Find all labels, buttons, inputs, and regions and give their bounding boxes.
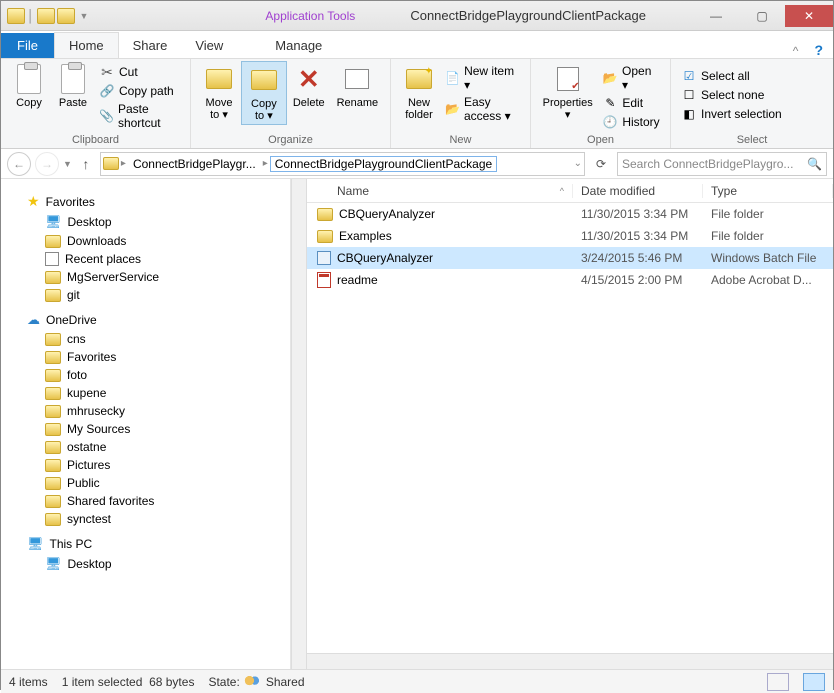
tree-item[interactable]: foto (11, 366, 290, 384)
column-date[interactable]: Date modified (573, 184, 703, 198)
select-group-label: Select (677, 132, 827, 146)
back-button[interactable]: ← (7, 152, 31, 176)
file-row[interactable]: CBQueryAnalyzer11/30/2015 3:34 PMFile fo… (307, 203, 833, 225)
paste-button[interactable]: Paste (51, 61, 95, 111)
tree-item[interactable]: 🖥Desktop (11, 212, 290, 232)
maximize-button[interactable]: ▢ (739, 5, 785, 27)
organize-group-label: Organize (197, 132, 384, 146)
new-folder-button[interactable]: New folder (397, 61, 441, 123)
forward-button[interactable]: → (35, 152, 59, 176)
qat-dropdown-icon[interactable]: ▼ (77, 11, 92, 21)
tree-item[interactable]: Shared favorites (11, 492, 290, 510)
tree-item[interactable]: mhrusecky (11, 402, 290, 420)
qat-folder-icon-3[interactable] (57, 8, 75, 24)
help-icon[interactable]: ? (804, 42, 833, 58)
file-row[interactable]: CBQueryAnalyzer3/24/2015 5:46 PMWindows … (307, 247, 833, 269)
share-tab[interactable]: Share (119, 33, 182, 58)
search-input[interactable]: Search ConnectBridgePlaygro... 🔍 (617, 152, 827, 176)
history-button[interactable]: 🕘History (598, 113, 664, 131)
ribbon-toggle-icon[interactable]: ^ (787, 44, 805, 58)
home-tab[interactable]: Home (54, 32, 119, 58)
close-button[interactable]: ✕ (785, 5, 833, 27)
manage-tab[interactable]: Manage (261, 33, 336, 58)
minimize-button[interactable]: — (693, 5, 739, 27)
nav-tree[interactable]: ★Favorites 🖥DesktopDownloadsRecent place… (1, 179, 291, 669)
file-row[interactable]: Examples11/30/2015 3:34 PMFile folder (307, 225, 833, 247)
copy-button[interactable]: Copy (7, 61, 51, 111)
easy-access-button[interactable]: 📂Easy access ▾ (441, 94, 524, 124)
tree-item[interactable]: 🖥Desktop (11, 554, 290, 574)
qat-sep: │ (27, 9, 35, 23)
tree-item[interactable]: MgServerService (11, 268, 290, 286)
status-selected: 1 item selected 68 bytes (62, 675, 195, 689)
file-tab[interactable]: File (1, 33, 54, 58)
status-item-count: 4 items (9, 675, 48, 689)
view-details-button[interactable] (767, 673, 789, 691)
properties-button[interactable]: Properties ▾ (537, 61, 598, 123)
breadcrumb-dropdown-icon[interactable]: ⌄ (574, 158, 582, 169)
new-group-label: New (397, 132, 524, 146)
view-tab[interactable]: View (181, 33, 237, 58)
invert-selection-button[interactable]: ◧Invert selection (677, 105, 786, 123)
rename-button[interactable]: Rename (331, 61, 384, 111)
copy-to-button[interactable]: Copy to ▾ (241, 61, 287, 125)
tree-favorites[interactable]: ★Favorites (11, 191, 290, 212)
open-button[interactable]: 📂Open ▾ (598, 63, 664, 93)
up-button[interactable]: ↑ (76, 156, 96, 172)
file-row[interactable]: readme4/15/2015 2:00 PMAdobe Acrobat D..… (307, 269, 833, 291)
tree-item[interactable]: cns (11, 330, 290, 348)
column-name[interactable]: Name^ (307, 184, 573, 198)
tree-item[interactable]: Pictures (11, 456, 290, 474)
tree-item[interactable]: Public (11, 474, 290, 492)
horizontal-scrollbar[interactable] (307, 653, 833, 669)
tree-scrollbar[interactable] (291, 179, 307, 669)
cut-button[interactable]: ✂Cut (95, 63, 184, 81)
search-icon: 🔍 (807, 157, 822, 171)
tree-item[interactable]: kupene (11, 384, 290, 402)
window-title: ConnectBridgePlaygroundClientPackage (363, 8, 693, 23)
open-group-label: Open (537, 132, 664, 146)
move-to-button[interactable]: Move to ▾ (197, 61, 241, 123)
view-large-button[interactable] (803, 673, 825, 691)
breadcrumb-seg-current[interactable]: ConnectBridgePlaygroundClientPackage (270, 156, 497, 172)
contextual-tab-label: Application Tools (257, 9, 363, 23)
breadcrumb[interactable]: ▸ ConnectBridgePlaygr... ▸ ConnectBridge… (100, 152, 585, 176)
location-icon (103, 157, 119, 170)
tree-thispc[interactable]: 🖥This PC (11, 534, 290, 554)
tree-item[interactable]: git (11, 286, 290, 304)
qat-folder-icon-2[interactable] (37, 8, 55, 24)
shared-icon (244, 675, 262, 689)
paste-shortcut-button[interactable]: 📎Paste shortcut (95, 101, 184, 131)
breadcrumb-seg[interactable]: ConnectBridgePlaygr... (128, 156, 261, 172)
tree-item[interactable]: Recent places (11, 250, 290, 268)
tree-item[interactable]: Downloads (11, 232, 290, 250)
column-type[interactable]: Type (703, 184, 833, 198)
refresh-button[interactable]: ⟳ (589, 157, 613, 171)
delete-button[interactable]: ✕Delete (287, 61, 331, 111)
edit-button[interactable]: ✎Edit (598, 94, 664, 112)
recent-locations-icon[interactable]: ▼ (63, 159, 72, 169)
select-none-button[interactable]: ☐Select none (677, 86, 786, 104)
qat-folder-icon[interactable] (7, 8, 25, 24)
tree-item[interactable]: synctest (11, 510, 290, 528)
status-state: State:Shared (208, 675, 304, 689)
tree-item[interactable]: My Sources (11, 420, 290, 438)
new-item-button[interactable]: 📄New item ▾ (441, 63, 524, 93)
clipboard-group-label: Clipboard (7, 132, 184, 146)
tree-item[interactable]: Favorites (11, 348, 290, 366)
tree-onedrive[interactable]: ☁OneDrive (11, 310, 290, 330)
copy-path-button[interactable]: 🔗Copy path (95, 82, 184, 100)
select-all-button[interactable]: ☑Select all (677, 67, 786, 85)
tree-item[interactable]: ostatne (11, 438, 290, 456)
